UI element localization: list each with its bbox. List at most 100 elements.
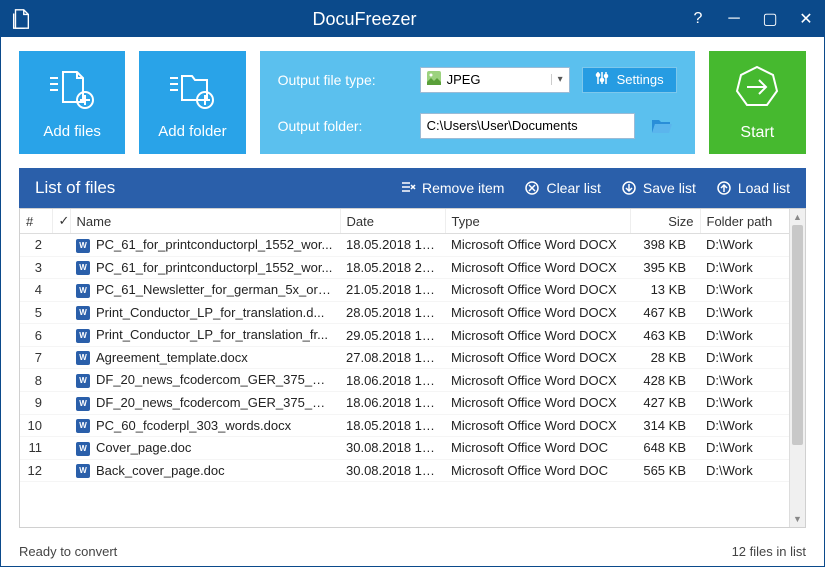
scroll-up-icon[interactable]: ▲ [790, 209, 805, 225]
word-file-icon: W [76, 284, 90, 298]
cell-date: 18.06.2018 15:33 [340, 369, 445, 392]
settings-button[interactable]: Settings [582, 67, 677, 93]
cell-date: 18.06.2018 15:27 [340, 391, 445, 414]
col-size[interactable]: Size [630, 209, 700, 234]
cell-date: 29.05.2018 17:45 [340, 324, 445, 347]
table-row[interactable]: 11WCover_page.doc30.08.2018 19:18Microso… [20, 437, 805, 460]
cell-check [52, 301, 70, 324]
cell-num: 10 [20, 414, 52, 437]
word-file-icon: W [76, 419, 90, 433]
cell-date: 28.05.2018 15:26 [340, 301, 445, 324]
cell-type: Microsoft Office Word DOCX [445, 301, 630, 324]
output-type-select[interactable]: JPEG ▾ [420, 67, 570, 93]
word-file-icon: W [76, 442, 90, 456]
cell-type: Microsoft Office Word DOCX [445, 324, 630, 347]
cell-num: 8 [20, 369, 52, 392]
clear-list-button[interactable]: Clear list [524, 180, 600, 196]
cell-name: WAgreement_template.docx [70, 346, 340, 369]
table-row[interactable]: 5 WPrint_Conductor_LP_for_translation.d..… [20, 301, 805, 324]
table-row[interactable]: 9WDF_20_news_fcodercom_GER_375_wo...18.0… [20, 391, 805, 414]
output-type-label: Output file type: [278, 72, 408, 88]
scrollbar[interactable]: ▲ ▼ [789, 209, 805, 527]
word-file-icon: W [76, 329, 90, 343]
word-file-icon: W [76, 464, 90, 478]
cell-num: 2 [20, 234, 52, 257]
table-row[interactable]: 3WPC_61_for_printconductorpl_1552_wor...… [20, 256, 805, 279]
cell-size: 565 KB [630, 459, 700, 482]
list-title: List of files [35, 178, 400, 198]
add-files-label: Add files [43, 123, 101, 140]
load-list-button[interactable]: Load list [716, 180, 790, 196]
maximize-button[interactable]: ▢ [760, 9, 780, 29]
table-row[interactable]: 12WBack_cover_page.doc30.08.2018 19:19Mi… [20, 459, 805, 482]
table-row[interactable]: 8 WDF_20_news_fcodercom_GER_375_wo...18.0… [20, 369, 805, 392]
table-row[interactable]: 2 WPC_61_for_printconductorpl_1552_wor...… [20, 234, 805, 257]
clear-icon [524, 180, 540, 196]
table-row[interactable]: 7WAgreement_template.docx27.08.2018 17:5… [20, 346, 805, 369]
folder-open-icon [651, 117, 673, 135]
cell-size: 398 KB [630, 234, 700, 257]
cell-check [52, 256, 70, 279]
add-folder-button[interactable]: Add folder [139, 51, 245, 154]
cell-date: 18.05.2018 20:08 [340, 256, 445, 279]
cell-size: 314 KB [630, 414, 700, 437]
cell-num: 9 [20, 391, 52, 414]
start-label: Start [740, 124, 774, 142]
col-type[interactable]: Type [445, 209, 630, 234]
table-row[interactable]: 6WPrint_Conductor_LP_for_translation_fr.… [20, 324, 805, 347]
cell-name: WPC_61_for_printconductorpl_1552_wor... [70, 234, 340, 257]
load-icon [716, 180, 732, 196]
table-row[interactable]: 4WPC_61_Newsletter_for_german_5x_or_...2… [20, 279, 805, 302]
table-row[interactable]: 10WPC_60_fcoderpl_303_words.docx18.05.20… [20, 414, 805, 437]
cell-num: 4 [20, 279, 52, 302]
settings-label: Settings [617, 72, 664, 87]
word-file-icon: W [76, 261, 90, 275]
cell-size: 648 KB [630, 437, 700, 460]
help-button[interactable]: ? [688, 10, 708, 28]
cell-check [52, 459, 70, 482]
titlebar: DocuFreezer ? ─ ▢ ✕ [1, 1, 824, 37]
cell-type: Microsoft Office Word DOC [445, 437, 630, 460]
col-name[interactable]: Name [70, 209, 340, 234]
status-left: Ready to convert [19, 544, 117, 559]
remove-icon [400, 180, 416, 196]
word-file-icon: W [76, 374, 90, 388]
output-folder-label: Output folder: [278, 118, 408, 134]
col-date[interactable]: Date [340, 209, 445, 234]
cell-size: 395 KB [630, 256, 700, 279]
scroll-down-icon[interactable]: ▼ [790, 511, 805, 527]
list-header: List of files Remove item Clear list Sav… [19, 168, 806, 208]
col-check[interactable]: ✓ [52, 209, 70, 234]
scroll-thumb[interactable] [792, 225, 803, 445]
cell-check [52, 391, 70, 414]
cell-check [52, 234, 70, 257]
output-type-value: JPEG [447, 72, 481, 87]
start-button[interactable]: Start [709, 51, 806, 154]
minimize-button[interactable]: ─ [724, 10, 744, 28]
cell-num: 5 [20, 301, 52, 324]
browse-folder-button[interactable] [647, 113, 677, 139]
start-icon [733, 63, 781, 116]
jpeg-icon [427, 71, 441, 88]
cell-type: Microsoft Office Word DOCX [445, 346, 630, 369]
cell-size: 28 KB [630, 346, 700, 369]
cell-type: Microsoft Office Word DOCX [445, 391, 630, 414]
remove-item-button[interactable]: Remove item [400, 180, 504, 196]
cell-name: WDF_20_news_fcodercom_GER_375_wo... [70, 369, 340, 392]
save-list-button[interactable]: Save list [621, 180, 696, 196]
close-button[interactable]: ✕ [796, 9, 816, 29]
cell-name: WPC_61_for_printconductorpl_1552_wor... [70, 256, 340, 279]
word-file-icon: W [76, 239, 90, 253]
cell-name: WBack_cover_page.doc [70, 459, 340, 482]
cell-type: Microsoft Office Word DOC [445, 459, 630, 482]
add-folder-icon [167, 65, 217, 115]
word-file-icon: W [76, 351, 90, 365]
add-files-button[interactable]: Add files [19, 51, 125, 154]
cell-check [52, 437, 70, 460]
col-num[interactable]: # [20, 209, 52, 234]
cell-num: 12 [20, 459, 52, 482]
cell-check [52, 279, 70, 302]
output-folder-input[interactable]: C:\Users\User\Documents [420, 113, 635, 139]
cell-name: WPrint_Conductor_LP_for_translation.d... [70, 301, 340, 324]
word-file-icon: W [76, 306, 90, 320]
